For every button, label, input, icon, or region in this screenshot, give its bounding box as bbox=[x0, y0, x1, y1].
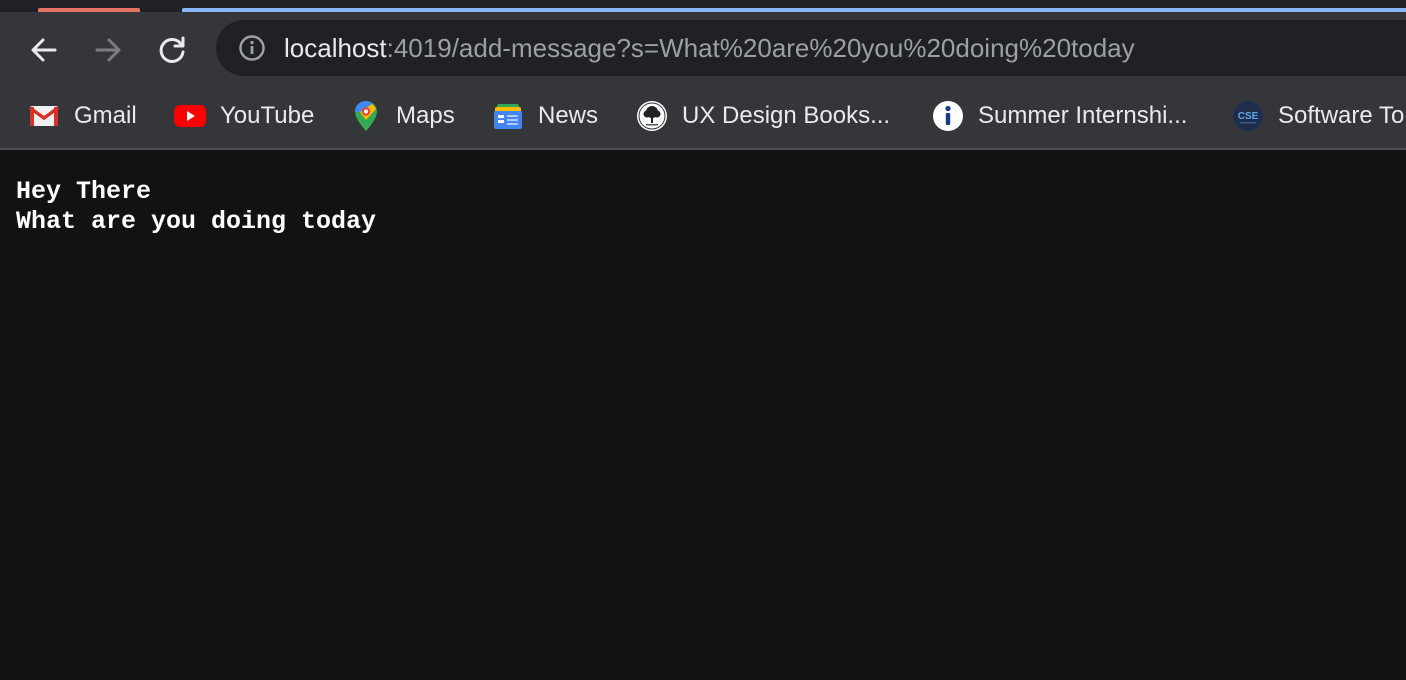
bookmark-news[interactable]: News bbox=[492, 100, 598, 132]
url-path: :4019/add-message?s=What%20are%20you%20d… bbox=[386, 33, 1135, 63]
gmail-icon bbox=[28, 100, 60, 132]
cse-logo-icon: CSE bbox=[1232, 100, 1264, 132]
forward-button[interactable] bbox=[90, 32, 126, 68]
info-icon bbox=[932, 100, 964, 132]
back-button[interactable] bbox=[26, 32, 62, 68]
bookmark-summer-internships[interactable]: Summer Internshi... bbox=[932, 100, 1187, 132]
url-host: localhost bbox=[284, 33, 387, 63]
bookmarks-bar: Gmail YouTube Maps News UX Design Books.… bbox=[0, 88, 1406, 148]
bookmark-label: Summer Internshi... bbox=[978, 102, 1188, 129]
browser-chrome: localhost:4019/add-message?s=What%20are%… bbox=[0, 0, 1406, 150]
bookmark-gmail[interactable]: Gmail bbox=[28, 100, 137, 132]
tab-strip bbox=[0, 0, 1406, 12]
bookmark-software-tools[interactable]: CSE Software To bbox=[1232, 100, 1404, 132]
youtube-icon bbox=[174, 100, 206, 132]
bookmark-label: Gmail bbox=[74, 102, 137, 129]
bookmark-maps[interactable]: Maps bbox=[350, 100, 455, 132]
maps-icon bbox=[350, 100, 382, 132]
back-arrow-icon bbox=[31, 38, 57, 62]
message-line: Hey There bbox=[16, 177, 152, 206]
bookmark-label: Maps bbox=[396, 102, 455, 129]
reload-icon bbox=[159, 36, 185, 63]
message-line: What are you doing today bbox=[16, 207, 377, 236]
reload-button[interactable] bbox=[154, 32, 190, 68]
bookmark-label: News bbox=[538, 102, 599, 129]
url-text[interactable]: localhost:4019/add-message?s=What%20are%… bbox=[284, 34, 1135, 62]
page-content: Hey There What are you doing today bbox=[0, 150, 1406, 680]
svg-text:CSE: CSE bbox=[1238, 111, 1259, 122]
bookmark-ux-design-books[interactable]: UX Design Books... bbox=[636, 100, 890, 132]
bookmark-label: Software To bbox=[1278, 102, 1405, 129]
site-info-icon[interactable] bbox=[238, 34, 266, 62]
bookmark-label: UX Design Books... bbox=[682, 102, 891, 129]
tree-logo-icon bbox=[636, 100, 668, 132]
bookmark-youtube[interactable]: YouTube bbox=[174, 100, 314, 132]
bookmark-label: YouTube bbox=[220, 102, 315, 129]
news-icon bbox=[492, 100, 524, 132]
toolbar: localhost:4019/add-message?s=What%20are%… bbox=[0, 12, 1406, 88]
address-bar[interactable]: localhost:4019/add-message?s=What%20are%… bbox=[216, 20, 1406, 76]
forward-arrow-icon bbox=[95, 38, 121, 62]
